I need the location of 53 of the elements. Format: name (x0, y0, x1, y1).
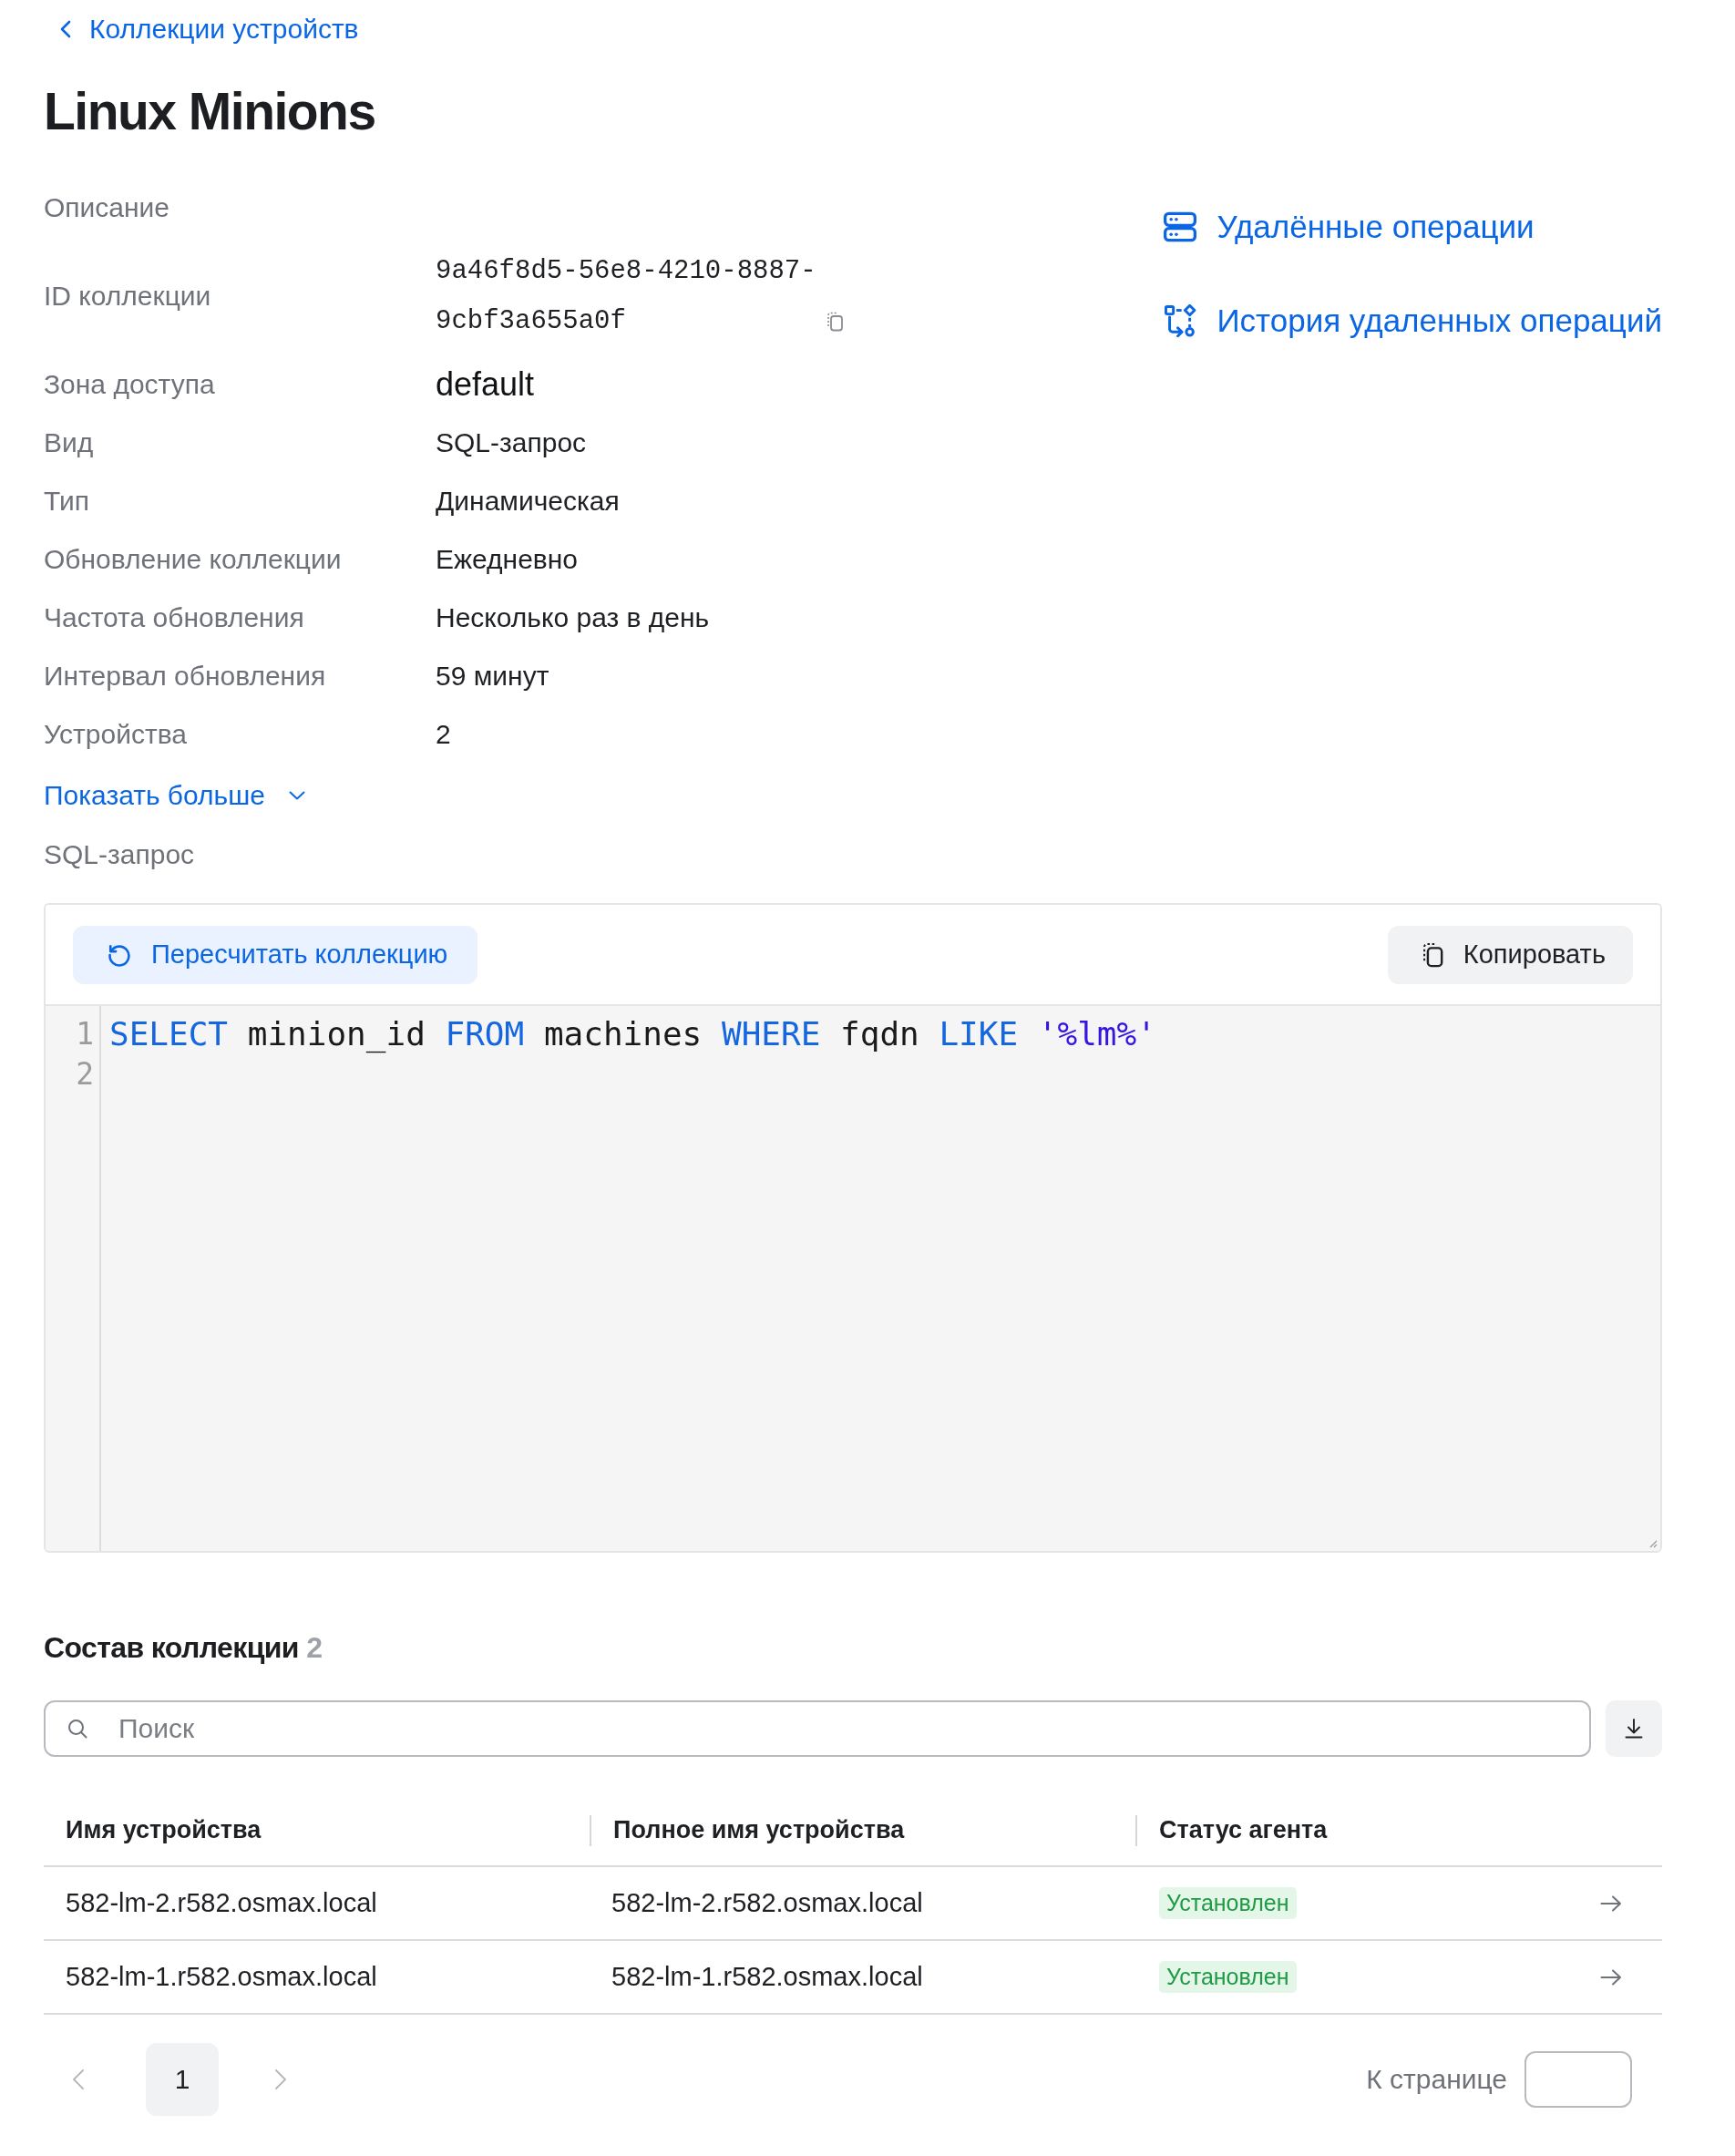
copy-icon[interactable] (825, 312, 844, 332)
line-number: 1 (76, 1015, 94, 1052)
flowchart-icon (1164, 304, 1197, 337)
column-header: Статус агента (1159, 1816, 1328, 1844)
arrow-right-icon[interactable] (1600, 1968, 1622, 1986)
search-field[interactable]: Поиск (44, 1700, 1591, 1757)
column-header: Имя устройства (66, 1816, 262, 1844)
server-icon (1164, 210, 1197, 243)
detail-value: 9a46f8d5-56e8-4210-8887-9cbf3a655a0f (436, 255, 816, 338)
copy-button[interactable]: Копировать (1387, 925, 1633, 984)
search-icon (67, 1719, 87, 1739)
detail-value: Ежедневно (436, 544, 579, 575)
detail-label: Устройства (44, 719, 187, 750)
detail-label: Вид (44, 427, 94, 458)
query-label: SQL-запрос (44, 839, 195, 870)
resize-handle-icon[interactable] (1648, 1539, 1658, 1548)
detail-label: Интервал обновления (44, 661, 326, 692)
table-cell: 582-lm-1.r582.osmax.local (611, 1962, 923, 1992)
detail-value: Динамическая (436, 486, 620, 517)
status-badge: Установлен (1159, 1887, 1297, 1919)
show-more-button[interactable]: Показать больше (44, 780, 305, 811)
recalculate-button[interactable]: Пересчитать коллекцию (73, 925, 478, 984)
section-title: Состав коллекции (44, 1631, 299, 1664)
table-cell: 582-lm-1.r582.osmax.local (66, 1962, 377, 1992)
table-cell: 582-lm-2.r582.osmax.local (66, 1888, 377, 1918)
member-count: 2 (306, 1631, 323, 1664)
column-header: Полное имя устройства (613, 1816, 905, 1844)
table-cell: 582-lm-2.r582.osmax.local (611, 1888, 923, 1918)
detail-label: Частота обновления (44, 602, 304, 633)
detail-value: SQL-запрос (436, 427, 587, 458)
detail-value: 59 минут (436, 661, 549, 692)
page-number-field[interactable] (1525, 2051, 1632, 2108)
detail-value: Несколько раз в день (436, 602, 710, 633)
arrow-right-icon[interactable] (1600, 1894, 1622, 1912)
line-number: 2 (76, 1055, 94, 1092)
detail-label: Обновление коллекции (44, 544, 342, 575)
chevron-left-icon (60, 20, 71, 38)
back-link[interactable]: Коллекции устройств (60, 14, 359, 45)
status-badge: Установлен (1159, 1961, 1297, 1993)
code-line: SELECT minion_id FROM machines WHERE fqdn LIKE '%lm%' (109, 1014, 1156, 1052)
detail-value: default (436, 365, 535, 404)
page-title: Linux Minions (44, 81, 375, 142)
download-button[interactable] (1606, 1700, 1662, 1757)
page-button[interactable]: 1 (146, 2043, 219, 2116)
detail-label: Зона доступа (44, 369, 215, 400)
detail-label: Тип (44, 486, 89, 517)
download-icon (1625, 1719, 1643, 1739)
detail-label: ID коллекции (44, 281, 211, 312)
side-link[interactable]: Удалённые операции (1164, 204, 1535, 250)
detail-label: Описание (44, 192, 170, 223)
detail-value: 2 (436, 719, 451, 750)
side-link[interactable]: История удаленных операций (1164, 298, 1662, 344)
go-to-page-label: К странице (1366, 2064, 1507, 2095)
